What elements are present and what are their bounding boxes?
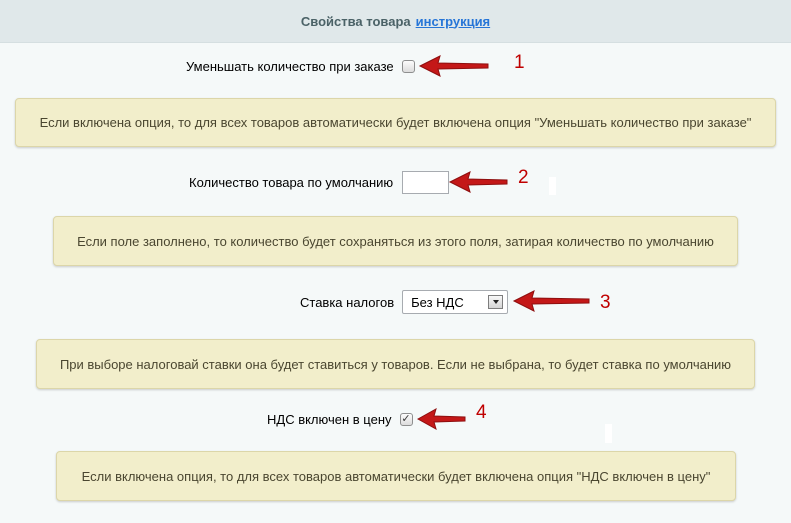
annotation-number-2: 2 (518, 167, 529, 188)
arrow-3-icon (512, 290, 590, 312)
hint-vat-included-text: Если включена опция, то для всех товаров… (81, 468, 711, 484)
vat-included-checkbox[interactable]: ✓ (399, 413, 413, 426)
instruction-link[interactable]: инструкция (416, 14, 491, 29)
white-mark (549, 177, 556, 195)
hint-default-qty-text: Если поле заполнено, то количество будет… (77, 233, 714, 249)
default-qty-input[interactable] (402, 171, 450, 194)
section-title: Свойства товара (300, 13, 411, 29)
default-qty-label: Количество товара по умолчанию (189, 175, 394, 190)
tax-rate-label: Ставка налогов (300, 294, 395, 310)
arrow-4-icon (416, 408, 466, 430)
vat-included-row: НДС включен в цену ✓ (267, 412, 413, 427)
tax-rate-select[interactable]: Без НДС (402, 290, 509, 314)
annotation-number-1: 1 (514, 52, 525, 73)
dropdown-arrow-icon[interactable] (488, 295, 504, 309)
vat-included-label: НДС включен в цену (267, 412, 392, 427)
hint-vat-included: Если включена опция, то для всех товаров… (56, 451, 736, 501)
section-header: Свойства товара инструкция (0, 0, 791, 43)
reduce-qty-row: Уменьшать количество при заказе (186, 59, 415, 74)
hint-tax-rate: При выборе налоговай ставки она будет ст… (36, 339, 755, 389)
arrow-2-icon (448, 171, 508, 193)
tax-rate-row: Ставка налогов Без НДС (300, 290, 509, 314)
reduce-qty-checkbox[interactable] (401, 60, 415, 73)
hint-reduce-qty: Если включена опция, то для всех товаров… (15, 98, 776, 147)
white-mark (605, 424, 612, 443)
hint-reduce-qty-text: Если включена опция, то для всех товаров… (39, 115, 752, 130)
reduce-qty-label: Уменьшать количество при заказе (186, 59, 394, 74)
hint-tax-rate-text: При выборе налоговай ставки она будет ст… (59, 356, 732, 372)
arrow-1-icon (418, 55, 489, 77)
annotation-number-4: 4 (476, 402, 487, 423)
tax-rate-selected: Без НДС (411, 294, 464, 310)
default-qty-row: Количество товара по умолчанию (189, 171, 450, 194)
annotation-number-3: 3 (600, 292, 611, 313)
hint-default-qty: Если поле заполнено, то количество будет… (53, 216, 738, 266)
checkmark-icon: ✓ (401, 413, 411, 425)
